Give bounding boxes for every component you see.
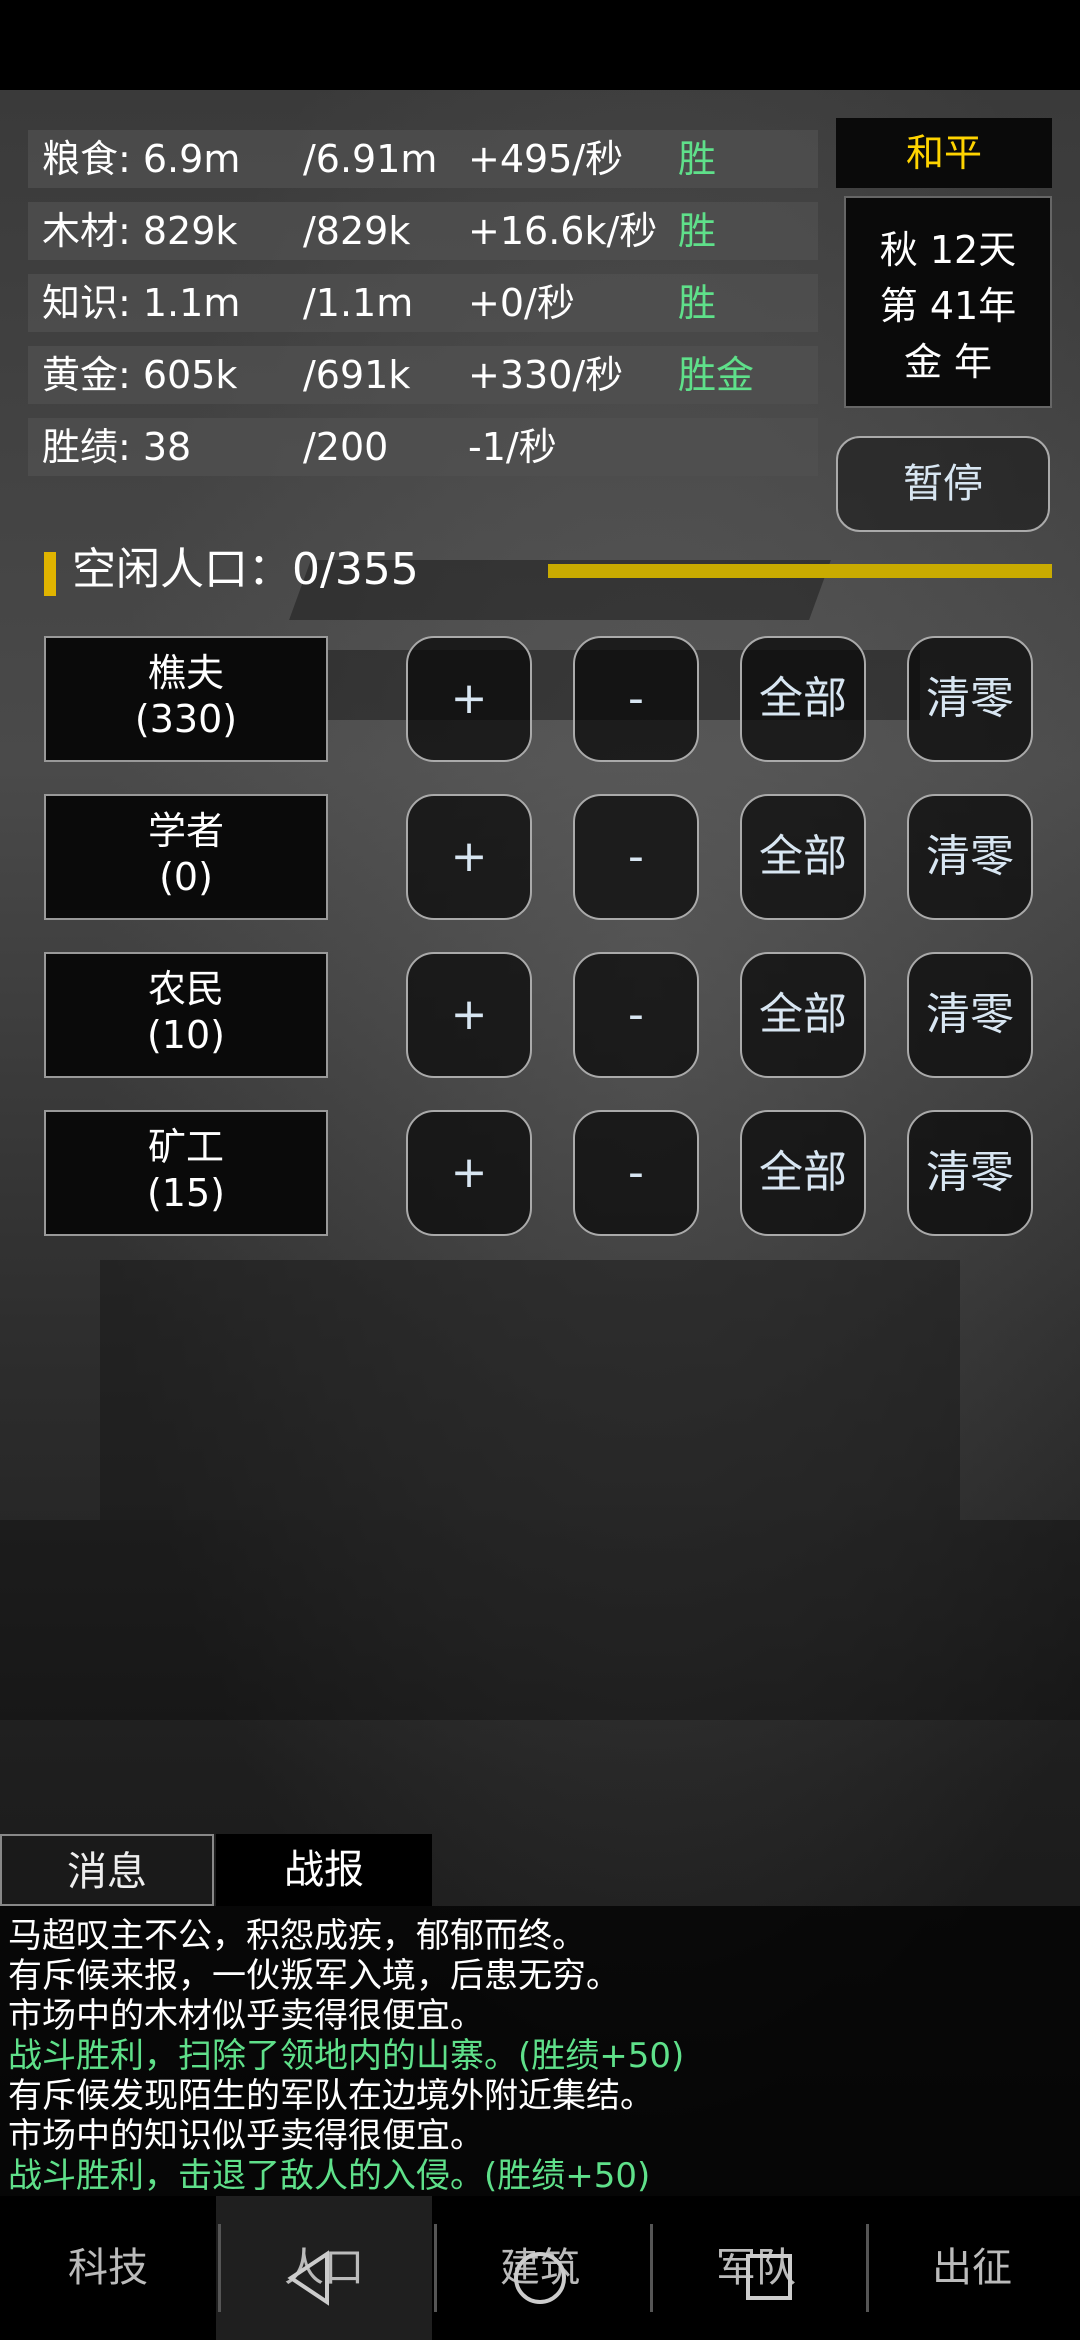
resource-max: /829k <box>303 209 411 253</box>
resource-rate: +495/秒 <box>468 137 624 181</box>
idle-progress-bar <box>548 564 1052 578</box>
decrease-button[interactable]: - <box>573 952 699 1078</box>
idle-population-label: 空闲人口：0/355 <box>72 544 419 595</box>
job-name: 矿工 <box>147 1125 224 1169</box>
job-card: 农民 (10) <box>44 952 328 1078</box>
nav-buildings[interactable]: 建筑 <box>432 2196 648 2340</box>
increase-button[interactable]: + <box>406 1110 532 1236</box>
resource-mark: 胜金 <box>678 353 755 397</box>
log-entry: 市场中的知识似乎卖得很便宜。 <box>8 2116 484 2156</box>
resource-label: 黄金: 605k <box>42 353 238 397</box>
resource-row: 木材: 829k/829k +16.6k/秒胜 <box>28 202 818 260</box>
resource-rate: +0/秒 <box>468 281 575 325</box>
clear-button[interactable]: 清零 <box>907 952 1033 1078</box>
status-bar <box>0 0 1080 90</box>
resource-row: 知识: 1.1m/1.1m +0/秒 胜 <box>28 274 818 332</box>
idle-marker <box>44 552 56 596</box>
resource-rate: +330/秒 <box>468 353 624 397</box>
decrease-button[interactable]: - <box>573 1110 699 1236</box>
nav-divider <box>218 2224 221 2312</box>
log-entry: 有斥候来报，一伙叛军入境，后患无穷。 <box>8 1956 620 1996</box>
tab-messages[interactable]: 消息 <box>0 1834 214 1906</box>
job-name: 樵夫 <box>147 651 224 695</box>
nav-divider <box>434 2224 437 2312</box>
increase-button[interactable]: + <box>406 636 532 762</box>
job-name: 农民 <box>147 967 224 1011</box>
resource-row: 黄金: 605k/691k +330/秒 胜金 <box>28 346 818 404</box>
pause-button[interactable]: 暂停 <box>836 436 1050 532</box>
nav-technology[interactable]: 科技 <box>0 2196 216 2340</box>
assign-all-button[interactable]: 全部 <box>740 794 866 920</box>
job-count: (330) <box>134 697 238 741</box>
log-entry: 有斥候发现陌生的军队在边境外附近集结。 <box>8 2076 654 2116</box>
bottom-nav: 科技 人口 建筑 军队 出征 <box>0 2196 1080 2340</box>
resource-label: 粮食: 6.9m <box>42 137 241 181</box>
job-count: (10) <box>146 1013 225 1057</box>
resource-rate: -1/秒 <box>468 425 557 469</box>
assign-all-button[interactable]: 全部 <box>740 1110 866 1236</box>
job-count: (0) <box>159 855 213 899</box>
increase-button[interactable]: + <box>406 952 532 1078</box>
message-log: 马超叹主不公，积怨成疾，郁郁而终。 有斥候来报，一伙叛军入境，后患无穷。 市场中的木… <box>0 1906 1080 2196</box>
clear-button[interactable]: 清零 <box>907 794 1033 920</box>
resource-mark: 胜 <box>678 137 717 181</box>
resource-max: /691k <box>303 353 411 397</box>
increase-button[interactable]: + <box>406 794 532 920</box>
peace-status: 和平 <box>836 118 1052 188</box>
decrease-button[interactable]: - <box>573 636 699 762</box>
assign-all-button[interactable]: 全部 <box>740 636 866 762</box>
clear-button[interactable]: 清零 <box>907 636 1033 762</box>
resource-row: 粮食: 6.9m/6.91m +495/秒 胜 <box>28 130 818 188</box>
nav-expedition[interactable]: 出征 <box>864 2196 1080 2340</box>
resource-row: 胜绩: 38/200 -1/秒 <box>28 418 818 476</box>
job-name: 学者 <box>147 809 224 853</box>
nav-divider <box>650 2224 653 2312</box>
log-entry: 马超叹主不公，积怨成疾，郁郁而终。 <box>8 1916 586 1956</box>
resource-label: 木材: 829k <box>42 209 238 253</box>
date-panel: 秋 12天 第 41年 金 年 <box>844 196 1052 408</box>
log-entry: 战斗胜利，击退了敌人的入侵。(胜绩+50) <box>8 2156 651 2196</box>
job-card: 学者 (0) <box>44 794 328 920</box>
assign-all-button[interactable]: 全部 <box>740 952 866 1078</box>
resource-rate: +16.6k/秒 <box>468 209 658 253</box>
season-day: 秋 12天 <box>879 228 1017 272</box>
tab-battle-report[interactable]: 战报 <box>216 1834 432 1906</box>
resource-mark: 胜 <box>678 281 717 325</box>
resource-max: /1.1m <box>303 281 414 325</box>
decrease-button[interactable]: - <box>573 794 699 920</box>
element-year: 金 年 <box>903 340 993 384</box>
nav-divider <box>866 2224 869 2312</box>
job-card: 矿工 (15) <box>44 1110 328 1236</box>
resource-mark: 胜 <box>678 209 717 253</box>
resource-max: /200 <box>303 425 389 469</box>
job-count: (15) <box>146 1171 225 1215</box>
job-card: 樵夫 (330) <box>44 636 328 762</box>
resource-max: /6.91m <box>303 137 438 181</box>
resource-label: 知识: 1.1m <box>42 281 241 325</box>
year: 第 41年 <box>879 284 1017 328</box>
nav-population[interactable]: 人口 <box>216 2196 432 2340</box>
clear-button[interactable]: 清零 <box>907 1110 1033 1236</box>
nav-army[interactable]: 军队 <box>648 2196 864 2340</box>
log-entry: 市场中的木材似乎卖得很便宜。 <box>8 1996 484 2036</box>
resource-label: 胜绩: 38 <box>42 425 192 469</box>
log-entry: 战斗胜利，扫除了领地内的山寨。(胜绩+50) <box>8 2036 685 2076</box>
